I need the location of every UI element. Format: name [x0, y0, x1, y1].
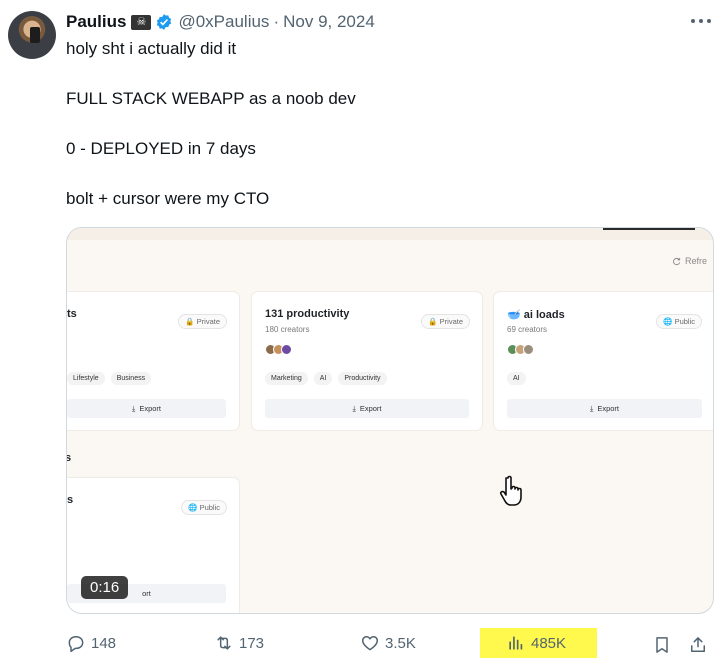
export-button: ⤓ Export: [507, 399, 702, 418]
like-count: 3.5K: [385, 634, 416, 652]
tweet-date[interactable]: Nov 9, 2024: [283, 12, 375, 32]
reply-icon: [68, 636, 84, 653]
card-title: ts: [67, 308, 77, 320]
tag: AI: [507, 372, 526, 385]
tweet-line: bolt + cursor were my CTO: [66, 189, 270, 208]
download-icon: ⤓: [589, 403, 594, 413]
pirate-flag-emoji: ☠: [131, 14, 152, 30]
repost-count: 173: [239, 634, 265, 652]
creator-avatars: [507, 344, 534, 355]
privacy-badge: 🔒 Private: [421, 314, 470, 329]
tag: Marketing: [265, 372, 308, 385]
refresh-icon: [673, 257, 681, 265]
tag: Business: [110, 372, 152, 385]
reply-button[interactable]: 148: [66, 630, 116, 656]
tweet-actions: 148 173 3.5K 485K: [66, 628, 714, 658]
reply-count: 148: [91, 634, 117, 652]
author-name[interactable]: Paulius: [66, 12, 126, 32]
more-options-icon[interactable]: [691, 14, 711, 28]
bookmark-button[interactable]: [652, 632, 672, 658]
tag: AI: [313, 372, 333, 385]
like-button[interactable]: 3.5K: [360, 630, 416, 656]
privacy-badge: 🔒 Private: [178, 314, 227, 329]
card-tags: AI: [507, 372, 526, 385]
card-title: s: [67, 494, 74, 506]
refresh-label: Refre: [684, 256, 707, 266]
share-icon: [691, 637, 705, 652]
tweet-header: Paulius ☠ @0xPaulius · Nov 9, 2024: [66, 11, 375, 33]
views-count: 485K: [531, 634, 567, 652]
video-duration: 0:16: [81, 576, 129, 599]
separator-dot: ·: [273, 12, 280, 31]
export-button: ⤓ Export: [67, 399, 226, 418]
card-tags: Lifestyle Business: [67, 372, 152, 385]
card-subtitle: 69 creators: [507, 325, 548, 334]
collection-card: 131 productivity 180 creators 🔒 Private …: [252, 292, 482, 430]
tweet-line: FULL STACK WEBAPP as a noob dev: [66, 89, 356, 108]
card-title: 131 productivity: [265, 308, 350, 320]
download-icon: ⤓: [131, 403, 136, 413]
export-button: ⤓ Export: [265, 399, 469, 418]
refresh-button: Refre: [672, 256, 707, 266]
privacy-badge: 🌐 Public: [656, 314, 702, 329]
video-player[interactable]: Refre ts 🔒 Private Lifestyle Business ⤓ E…: [66, 227, 714, 614]
video-top-line: [603, 228, 695, 230]
tweet-line: 0 - DEPLOYED in 7 days: [66, 139, 256, 158]
share-button[interactable]: [688, 632, 708, 658]
card-subtitle: 180 creators: [265, 325, 310, 334]
collection-card: ts 🔒 Private Lifestyle Business ⤓ Export: [67, 292, 239, 430]
hand-cursor-icon: [499, 475, 522, 506]
tweet-text: holy sht i actually did it FULL STACK WE…: [66, 39, 356, 209]
tag: Productivity: [338, 372, 387, 385]
repost-icon: [217, 636, 231, 650]
verified-badge-icon: [157, 14, 172, 30]
tag: Lifestyle: [67, 372, 105, 385]
download-icon: ⤓: [352, 403, 356, 413]
creator-avatars: [265, 344, 292, 355]
collection-card: 🥣 ai loads 69 creators 🌐 Public AI ⤓ Expo…: [494, 292, 713, 430]
views-button[interactable]: 485K: [506, 630, 566, 656]
card-title: 🥣 ai loads: [507, 309, 565, 321]
privacy-badge: 🌐 Public: [181, 500, 227, 515]
tweet-line: holy sht i actually did it: [66, 39, 237, 58]
bookmark-icon: [656, 637, 668, 653]
author-avatar[interactable]: [8, 11, 56, 59]
repost-button[interactable]: 173: [214, 630, 264, 656]
section-label: s: [67, 452, 71, 464]
author-handle[interactable]: @0xPaulius: [178, 12, 269, 32]
views-chart-icon: [509, 636, 523, 650]
card-tags: Marketing AI Productivity: [265, 372, 387, 385]
heart-icon: [361, 636, 379, 651]
